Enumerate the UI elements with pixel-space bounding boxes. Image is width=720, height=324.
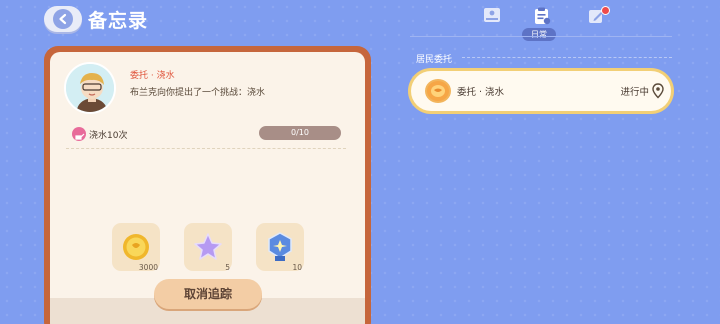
task-list-item[interactable]: 委托 · 浇水 进行中 xyxy=(408,68,674,114)
task-name: 委托 · 浇水 xyxy=(457,87,505,98)
notification-dot-icon xyxy=(601,6,610,15)
reward-count: 10 xyxy=(292,263,302,272)
coin-plate-icon xyxy=(425,79,451,103)
back-button[interactable] xyxy=(44,6,82,32)
quest-description: 布兰克向你提出了一个挑战：浇水 xyxy=(130,88,266,98)
reward-count: 5 xyxy=(225,263,230,272)
reward-item[interactable]: 5 xyxy=(184,223,232,272)
card-icon xyxy=(484,8,500,22)
task-list-item-inner: 委托 · 浇水 进行中 xyxy=(411,71,671,111)
back-arrow-icon xyxy=(53,9,73,29)
watering-can-icon xyxy=(72,127,86,141)
clipboard-icon xyxy=(535,7,551,25)
purple-star-icon xyxy=(194,233,222,260)
reward-count: 3000 xyxy=(138,263,158,272)
objective-progress-bar: 0/10 xyxy=(259,126,341,140)
quest-name: 委托 · 浇水 xyxy=(130,71,175,81)
page-title: 备忘录 xyxy=(88,10,149,32)
divider xyxy=(66,148,346,149)
blue-badge-icon xyxy=(268,232,292,261)
objective-text: 浇水10次 xyxy=(89,131,128,141)
reward-item[interactable]: 10 xyxy=(256,223,304,272)
objective-row: 浇水10次 0/10 xyxy=(72,126,342,142)
section-divider xyxy=(462,57,672,58)
tab-daily-label: 日常 xyxy=(522,28,556,41)
tabs-divider xyxy=(410,36,672,37)
section-title: 居民委托 xyxy=(416,55,453,65)
cancel-tracking-button[interactable]: 取消追踪 xyxy=(154,279,262,309)
location-pin-icon[interactable] xyxy=(652,83,664,99)
quest-detail-card: 委托 · 浇水 布兰克向你提出了一个挑战：浇水 浇水10次 0/10 3000 … xyxy=(50,52,365,324)
task-status: 进行中 xyxy=(620,87,649,98)
reward-item[interactable]: 3000 xyxy=(112,223,160,272)
gold-coin-icon xyxy=(123,234,149,260)
progress-text: 0/10 xyxy=(291,128,309,137)
npc-avatar xyxy=(64,62,116,114)
